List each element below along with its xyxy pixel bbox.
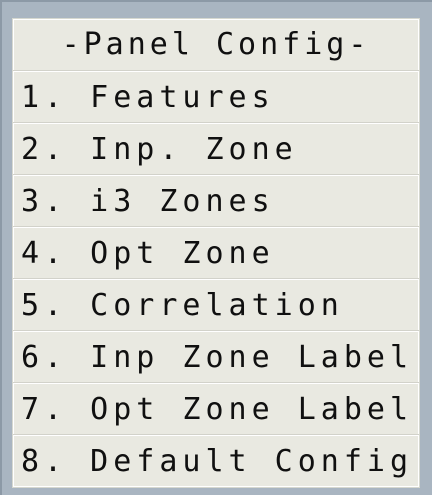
menu-item-features[interactable]: 1. Features (13, 71, 419, 123)
menu-item-correlation[interactable]: 5. Correlation (13, 279, 419, 331)
menu-item-opt-zone[interactable]: 4. Opt Zone (13, 227, 419, 279)
menu-item-inp-zone-label[interactable]: 6. Inp Zone Label (13, 331, 419, 383)
menu-item-opt-zone-label[interactable]: 7. Opt Zone Label (13, 383, 419, 435)
menu-item-default-config[interactable]: 8. Default Config (13, 435, 419, 487)
window-frame: -Panel Config- 1. Features 2. Inp. Zone … (0, 0, 432, 495)
menu-item-i3-zones[interactable]: 3. i3 Zones (13, 175, 419, 227)
menu-title: -Panel Config- (13, 19, 419, 71)
menu-item-inp-zone[interactable]: 2. Inp. Zone (13, 123, 419, 175)
panel-config-menu: -Panel Config- 1. Features 2. Inp. Zone … (12, 18, 420, 488)
